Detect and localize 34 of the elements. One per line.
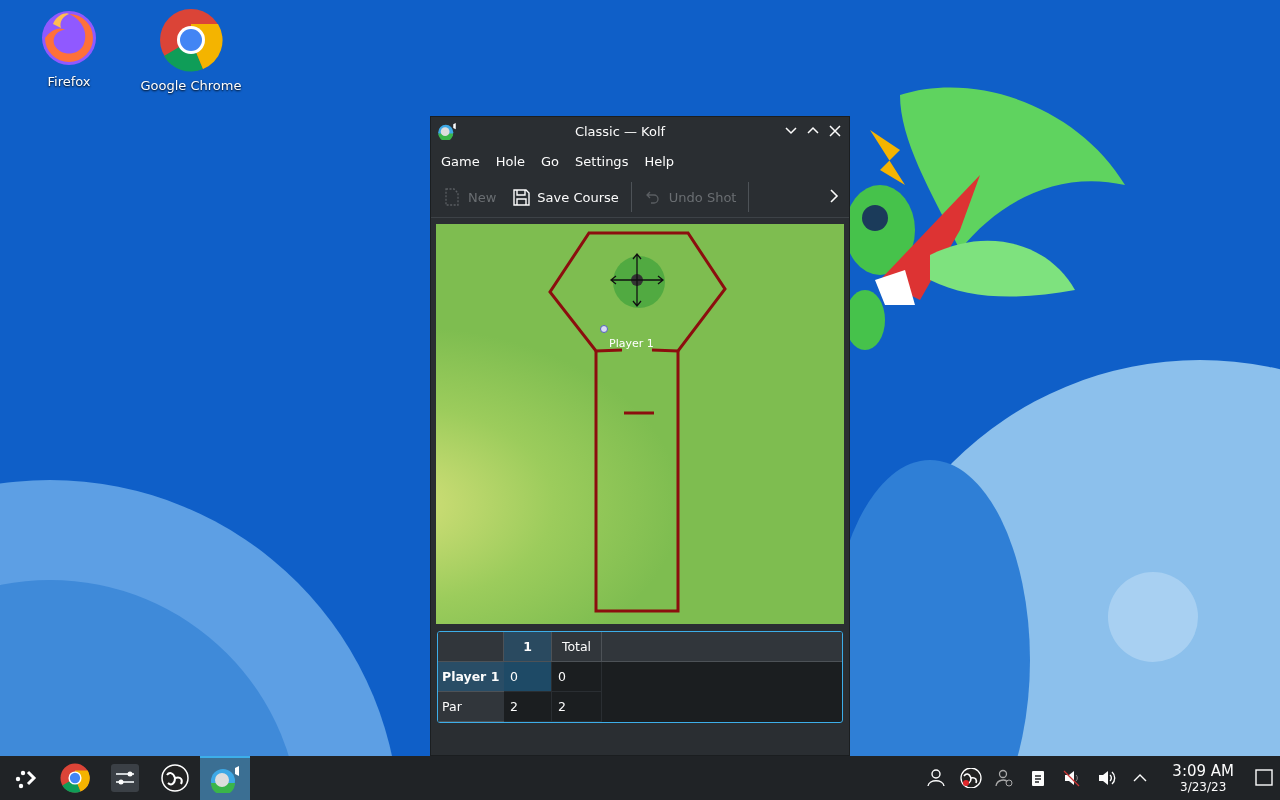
firefox-icon — [39, 8, 99, 68]
header-corner — [438, 632, 504, 662]
menu-item[interactable]: Settings — [567, 149, 637, 173]
menu-item[interactable]: Help — [636, 149, 683, 173]
show-desktop-icon[interactable] — [1254, 768, 1274, 788]
chrome-icon — [159, 8, 223, 72]
clock[interactable]: 3:09 AM 3/23/23 — [1164, 762, 1242, 794]
kolf-icon — [209, 765, 241, 793]
chevron-right-icon — [827, 187, 841, 204]
new-file-icon — [443, 187, 462, 207]
close-icon[interactable] — [827, 123, 843, 139]
golf-ball-drawing — [600, 325, 608, 333]
score-cell: 0 — [504, 662, 552, 692]
desktop-shortcut[interactable]: Google Chrome — [136, 8, 246, 93]
column-header[interactable]: 1 — [504, 632, 552, 662]
obs-icon[interactable] — [960, 768, 983, 788]
row-header[interactable]: Par — [438, 692, 504, 722]
window-title: Classic — Kolf — [573, 123, 667, 139]
chrome-icon — [60, 763, 90, 793]
column-header[interactable]: Total — [552, 632, 602, 662]
obs-icon — [161, 764, 189, 792]
menu-item[interactable]: Go — [533, 149, 568, 173]
cup-drawing — [609, 252, 665, 308]
player-label: Player 1 — [609, 337, 654, 350]
menu-item[interactable]: Game — [433, 149, 488, 173]
score-cell: 0 — [552, 662, 602, 692]
menu-item[interactable]: Hole — [487, 149, 534, 173]
score-cell: 2 — [552, 692, 602, 722]
app-icon — [437, 122, 457, 140]
row-header[interactable]: Player 1 — [438, 662, 504, 692]
score-cell: 2 — [504, 692, 552, 722]
toolbar-button[interactable]: Save Course — [504, 181, 627, 213]
sliders-icon — [111, 764, 139, 792]
desktop-shortcut[interactable]: Firefox — [14, 8, 124, 93]
